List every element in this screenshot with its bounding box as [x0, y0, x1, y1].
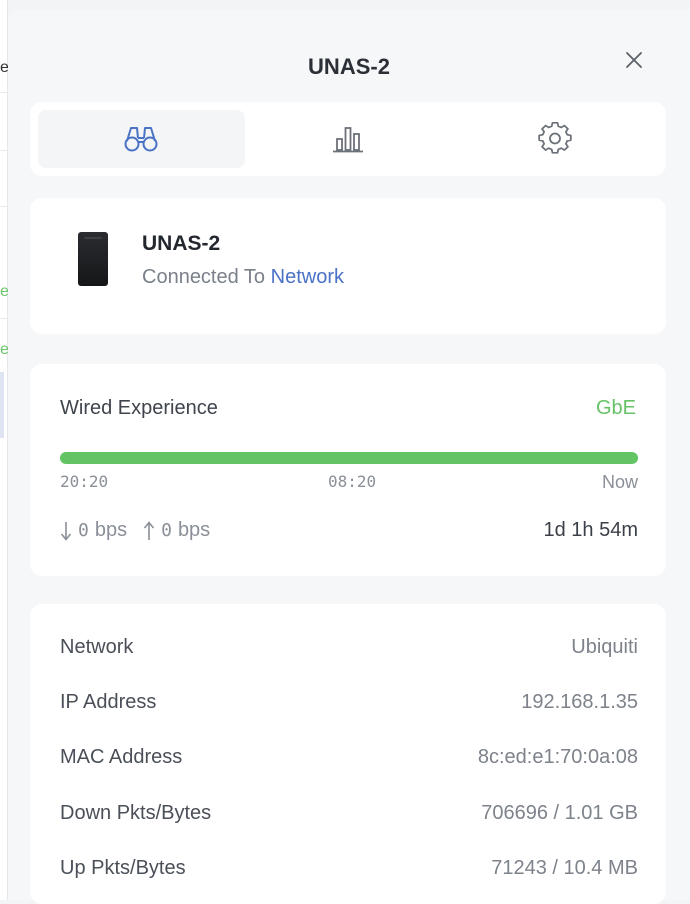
background-divider	[0, 92, 8, 93]
experience-timeline-bar[interactable]	[60, 452, 638, 464]
throughput-rates: 0 bps 0 bps	[60, 519, 220, 542]
download-rate-value: 0	[78, 520, 89, 541]
nas-device-icon	[78, 232, 108, 286]
info-value: 8c:ed:e1:70:0a:08	[477, 746, 638, 768]
timeline-tick-middle: 08:20	[328, 472, 377, 491]
background-divider	[0, 206, 8, 207]
info-row-ip-address: IP Address 192.168.1.35	[60, 691, 638, 714]
close-button[interactable]	[620, 46, 648, 74]
arrow-down-icon	[60, 521, 72, 541]
background-divider	[0, 150, 8, 151]
network-link[interactable]: Network	[271, 266, 344, 288]
info-row-network: Network Ubiquiti	[60, 636, 638, 659]
wired-experience-card: Wired Experience GbE 20:20 08:20 Now 0 b…	[30, 364, 666, 576]
upload-rate-unit: bps	[177, 519, 211, 541]
panel-title: UNAS-2	[308, 54, 390, 79]
wired-experience-title: Wired Experience	[60, 397, 218, 419]
info-value: 706696 / 1.01 GB	[481, 802, 638, 824]
timeline-tick-start: 20:20	[60, 472, 109, 491]
tab-overview[interactable]	[38, 110, 245, 168]
info-row-up-packets: Up Pkts/Bytes 71243 / 10.4 MB	[60, 857, 638, 880]
arrow-up-icon	[143, 520, 155, 540]
tab-settings[interactable]	[451, 110, 658, 168]
device-detail-panel: UNAS-2 UNAS-2 Connected To Network Wired…	[8, 10, 690, 904]
device-info-card: Network Ubiquiti IP Address 192.168.1.35…	[30, 604, 666, 904]
info-label: Network	[60, 636, 134, 658]
timeline-tick-end: Now	[601, 472, 638, 492]
link-speed-badge: GbE	[595, 397, 636, 419]
background-divider	[0, 318, 8, 319]
info-row-down-packets: Down Pkts/Bytes 706696 / 1.01 GB	[60, 802, 638, 825]
device-summary-card: UNAS-2 Connected To Network	[30, 198, 666, 334]
background-app-sliver: e e e	[0, 0, 9, 900]
gear-icon	[537, 121, 572, 154]
uptime-value: 1d 1h 54m	[543, 519, 638, 541]
device-connection-status: Connected To Network	[142, 266, 344, 289]
info-label: Down Pkts/Bytes	[60, 802, 212, 824]
info-label: Up Pkts/Bytes	[60, 857, 186, 879]
background-selection	[0, 372, 4, 438]
info-value: 71243 / 10.4 MB	[491, 857, 638, 879]
info-label: MAC Address	[60, 746, 183, 768]
panel-tabs	[30, 102, 666, 176]
upload-rate-value: 0	[161, 520, 172, 541]
connection-status-prefix: Connected To	[142, 266, 266, 288]
download-rate-unit: bps	[94, 519, 128, 541]
tab-statistics[interactable]	[245, 110, 452, 168]
info-value: Ubiquiti	[571, 636, 638, 658]
bar-chart-icon	[333, 127, 363, 153]
binoculars-icon	[124, 127, 158, 152]
info-value: 192.168.1.35	[521, 691, 638, 713]
close-icon	[626, 52, 642, 68]
device-name: UNAS-2	[142, 232, 221, 255]
info-row-mac-address: MAC Address 8c:ed:e1:70:0a:08	[60, 746, 638, 769]
info-label: IP Address	[60, 691, 157, 713]
